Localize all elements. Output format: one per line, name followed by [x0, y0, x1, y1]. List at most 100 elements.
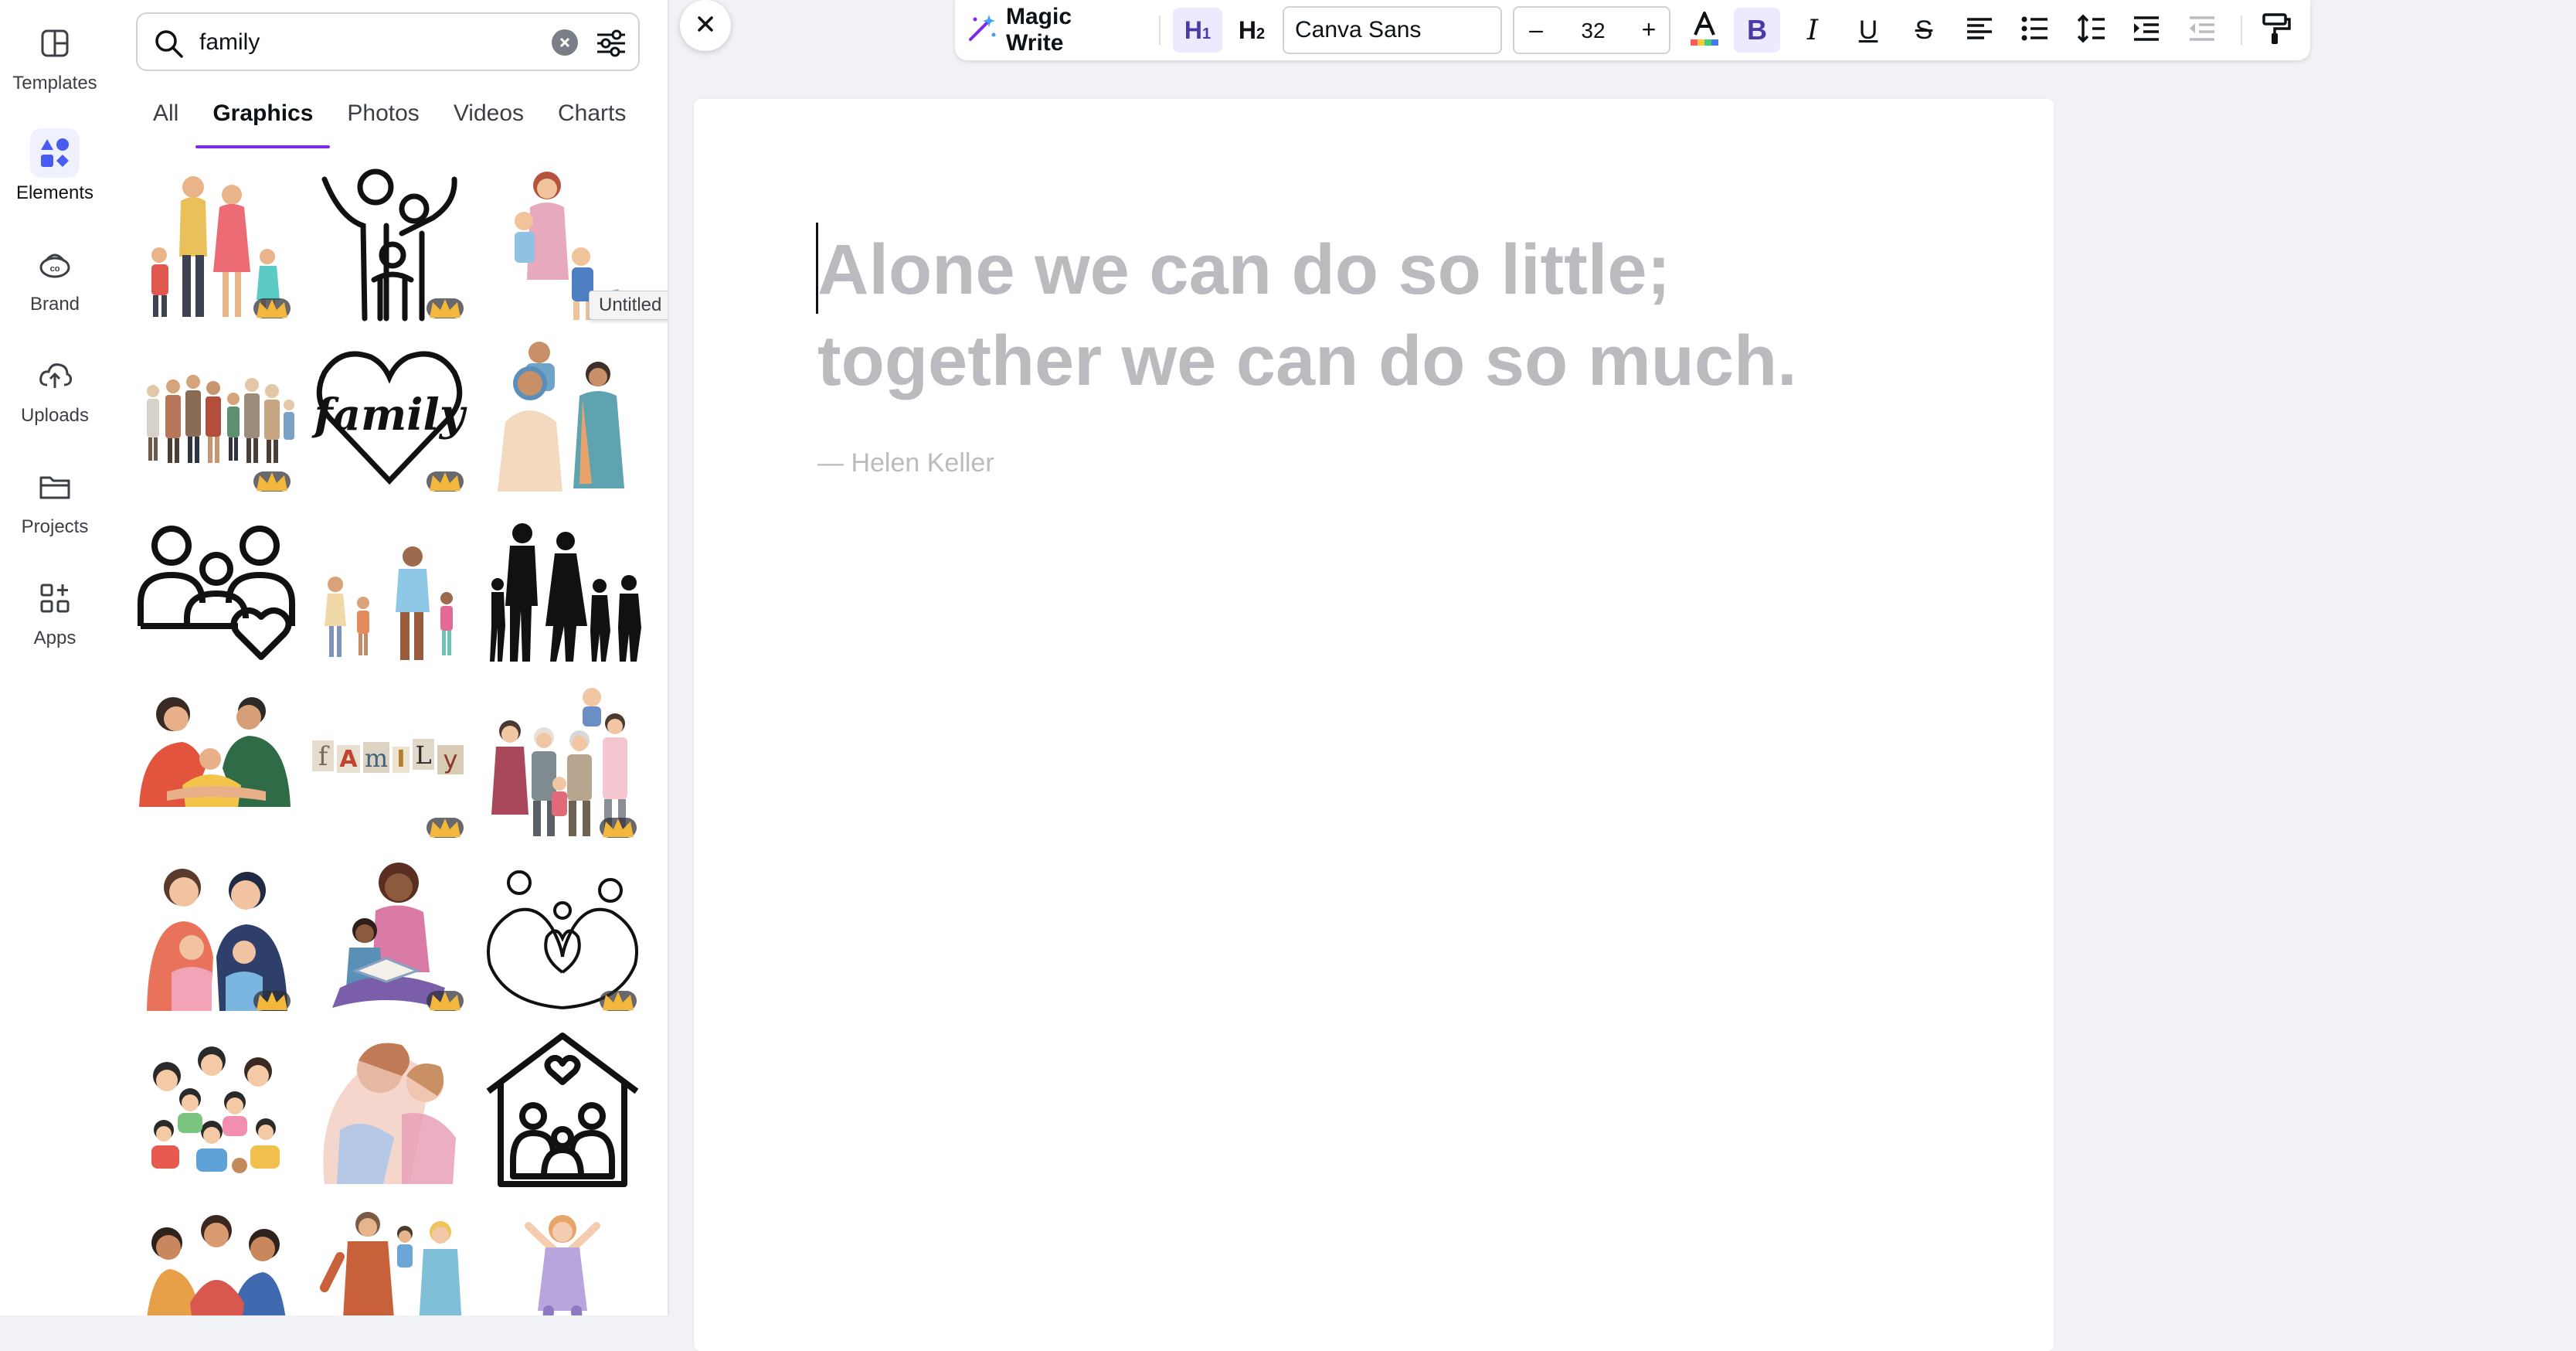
quote-heading[interactable]: Alone we can do so little; together we c… [817, 224, 1961, 407]
rail-label-projects: Projects [21, 516, 89, 537]
magic-wand-icon [966, 13, 997, 48]
heading-1-icon: H1 [1184, 15, 1212, 44]
graphic-tile[interactable] [136, 1203, 297, 1315]
bold-button[interactable]: B [1734, 8, 1780, 53]
graphic-tile[interactable] [309, 856, 470, 1017]
italic-icon: I [1806, 14, 1819, 46]
premium-crown-icon [600, 991, 637, 1011]
clear-search-icon[interactable] [552, 29, 578, 56]
tab-videos[interactable]: Videos [437, 94, 541, 148]
premium-crown-icon [427, 298, 464, 318]
magic-write-button[interactable]: Magic Write [966, 4, 1128, 56]
strikethrough-icon: S [1915, 15, 1933, 45]
svg-text:co: co [50, 264, 60, 274]
tab-graphics[interactable]: Graphics [195, 94, 331, 148]
graphic-tile[interactable] [136, 856, 297, 1017]
paint-roller-icon [2261, 12, 2292, 49]
folder-icon [30, 462, 80, 512]
italic-button[interactable]: I [1789, 8, 1836, 53]
toolbar-divider [2241, 15, 2242, 45]
increase-font-size-button[interactable]: + [1627, 8, 1670, 53]
graphic-tile[interactable] [482, 510, 643, 671]
graphic-tile[interactable] [136, 337, 297, 498]
indent-button[interactable] [2123, 8, 2170, 53]
graphic-tile[interactable] [482, 683, 643, 844]
close-panel-button[interactable] [680, 0, 731, 51]
svg-text:I: I [396, 746, 405, 773]
graphic-tile[interactable] [309, 1029, 470, 1190]
rail-label-uploads: Uploads [20, 405, 90, 426]
graphic-tile[interactable] [309, 1203, 470, 1315]
elements-icon [30, 128, 80, 178]
rail-item-uploads[interactable]: Uploads [0, 351, 110, 444]
graphic-tile[interactable] [136, 164, 297, 325]
quote-attribution[interactable]: — Helen Keller [817, 448, 994, 478]
text-color-button[interactable] [1681, 8, 1728, 53]
tab-photos[interactable]: Photos [330, 94, 436, 148]
category-tabs: All Graphics Photos Videos Charts [136, 94, 643, 148]
outdent-icon [2187, 15, 2217, 46]
rail-item-brand[interactable]: co Brand [0, 240, 110, 332]
rail-label-templates: Templates [12, 73, 97, 94]
align-button[interactable] [1956, 8, 2003, 53]
document-page[interactable]: Alone we can do so little; together we c… [694, 99, 2054, 1351]
format-painter-button[interactable] [2253, 8, 2299, 53]
brand-icon: co [30, 240, 80, 289]
search-input[interactable] [198, 23, 510, 62]
svg-text:m: m [365, 744, 388, 773]
heading-2-icon: H2 [1238, 15, 1266, 44]
elements-panel: All Graphics Photos Videos Charts [110, 0, 669, 1315]
search-bar [136, 12, 640, 71]
magic-write-label: Magic Write [1006, 4, 1072, 56]
graphic-tile[interactable] [482, 1203, 643, 1315]
rail-label-apps: Apps [33, 628, 76, 648]
search-icon [153, 28, 184, 63]
rail-label-brand: Brand [29, 294, 80, 315]
filter-icon[interactable] [595, 28, 627, 63]
rail-label-elements: Elements [15, 182, 94, 203]
rail-item-projects[interactable]: Projects [0, 462, 110, 555]
tab-charts[interactable]: Charts [541, 94, 643, 148]
graphic-tile[interactable] [136, 510, 297, 671]
graphic-tile[interactable]: f A m I L y [309, 683, 470, 844]
svg-text:A: A [339, 746, 358, 773]
tab-all[interactable]: All [136, 94, 195, 148]
graphic-tile[interactable] [309, 164, 470, 325]
premium-crown-icon [427, 818, 464, 838]
underline-icon: U [1858, 15, 1878, 45]
rail-item-apps[interactable]: Apps [0, 573, 110, 666]
strikethrough-button[interactable]: S [1901, 8, 1947, 53]
outdent-button[interactable] [2179, 8, 2225, 53]
toolbar-divider [1159, 15, 1161, 45]
heading-2-button[interactable]: H2 [1227, 8, 1276, 53]
text-color-icon [1687, 10, 1721, 51]
premium-crown-icon [427, 991, 464, 1011]
graphic-tile[interactable] [482, 337, 643, 498]
bullet-list-icon [2020, 15, 2051, 46]
graphic-tile[interactable] [136, 683, 297, 844]
font-family-dropdown[interactable]: Canva Sans [1283, 6, 1502, 54]
premium-crown-icon [427, 471, 464, 492]
left-rail: Templates Elements co Brand Uploads Proj… [0, 0, 110, 1315]
heading-1-button[interactable]: H1 [1173, 8, 1222, 53]
list-button[interactable] [2012, 8, 2058, 53]
spacing-button[interactable] [2068, 8, 2114, 53]
rail-item-elements[interactable]: Elements [0, 128, 110, 221]
graphic-tile[interactable] [309, 510, 470, 671]
font-size-input[interactable] [1558, 8, 1629, 54]
apps-icon [30, 573, 80, 623]
premium-crown-icon [253, 298, 291, 318]
close-icon [697, 15, 714, 36]
decrease-font-size-button[interactable]: – [1514, 8, 1558, 53]
premium-crown-icon [253, 471, 291, 492]
line-spacing-icon [2075, 13, 2106, 48]
underline-button[interactable]: U [1845, 8, 1891, 53]
premium-crown-icon [253, 991, 291, 1011]
rail-item-templates[interactable]: Templates [0, 19, 110, 111]
graphic-tile[interactable] [482, 856, 643, 1017]
graphic-tile[interactable] [136, 1029, 297, 1190]
font-size-stepper: – + [1513, 6, 1670, 54]
graphic-tile[interactable]: family [309, 337, 470, 498]
uploads-icon [30, 351, 80, 400]
graphic-tile[interactable] [482, 1029, 643, 1190]
